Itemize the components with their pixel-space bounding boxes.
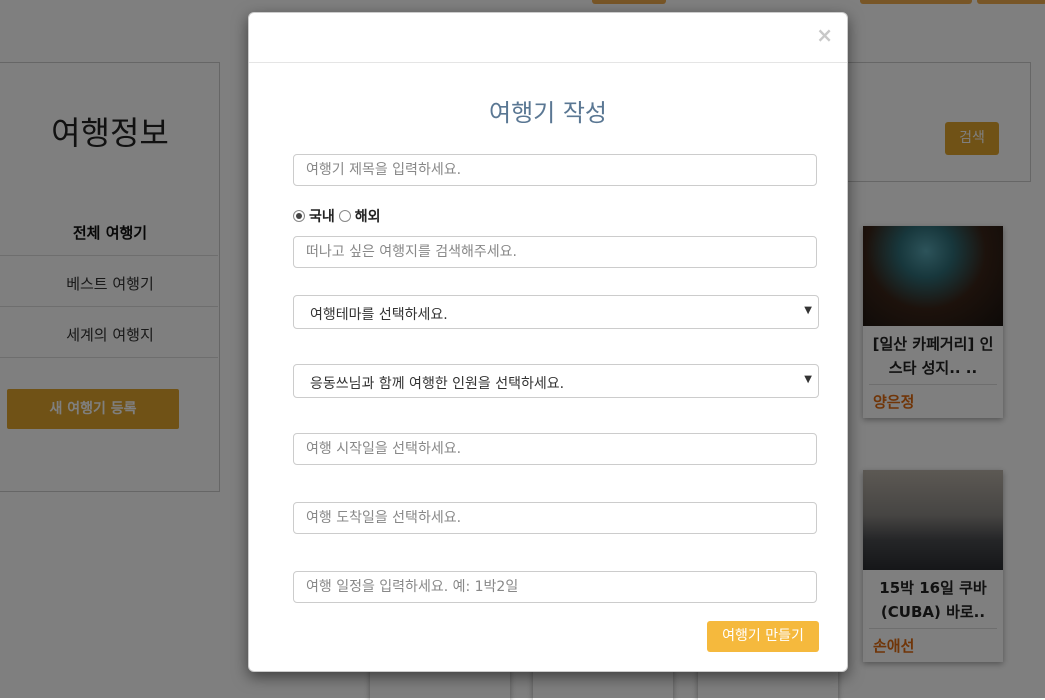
radio-overseas-label: 해외 bbox=[354, 209, 381, 225]
close-icon[interactable]: × bbox=[816, 25, 833, 45]
modal-title: 여행기 작성 bbox=[488, 99, 608, 127]
end-date-input[interactable] bbox=[293, 502, 817, 534]
chevron-down-icon: ▼ bbox=[804, 374, 812, 385]
create-travelog-modal: × 여행기 작성 국내 해외 여행테마를 선택하세요. ▼ 응동쓰님과 함께 여… bbox=[248, 12, 848, 672]
chevron-down-icon: ▼ bbox=[804, 305, 812, 316]
radio-domestic[interactable] bbox=[293, 210, 305, 222]
companion-select[interactable]: 응동쓰님과 함께 여행한 인원을 선택하세요. ▼ bbox=[293, 364, 819, 398]
radio-domestic-label: 국내 bbox=[309, 209, 335, 225]
theme-select-value: 여행테마를 선택하세요. bbox=[310, 307, 448, 323]
region-radio-group: 국내 해외 bbox=[293, 206, 385, 226]
theme-select[interactable]: 여행테마를 선택하세요. ▼ bbox=[293, 295, 819, 329]
create-travelog-button[interactable]: 여행기 만들기 bbox=[707, 621, 819, 652]
start-date-input[interactable] bbox=[293, 433, 817, 465]
radio-overseas[interactable] bbox=[338, 210, 351, 222]
companion-select-value: 응동쓰님과 함께 여행한 인원을 선택하세요. bbox=[310, 376, 565, 392]
modal-header: × bbox=[249, 13, 847, 63]
title-input[interactable] bbox=[293, 154, 817, 186]
destination-search-input[interactable] bbox=[293, 236, 817, 268]
schedule-input[interactable] bbox=[293, 571, 817, 603]
